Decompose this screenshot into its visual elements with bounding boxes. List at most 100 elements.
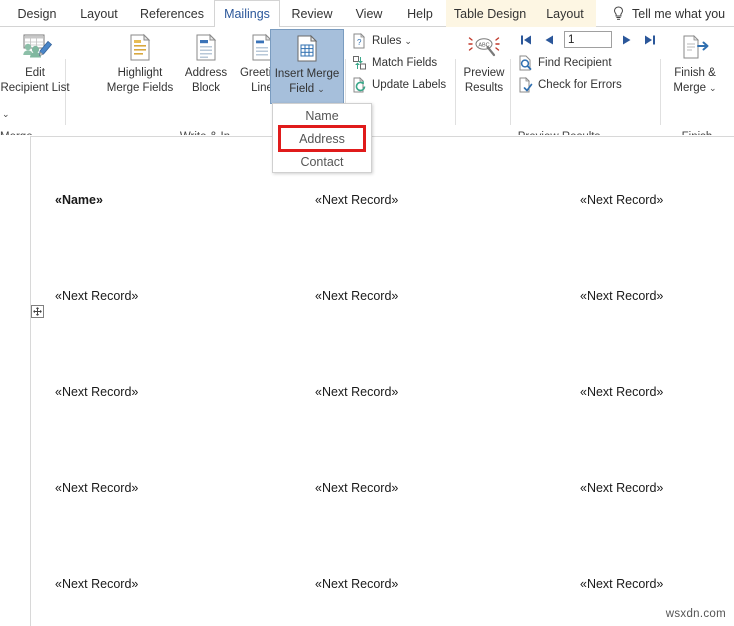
match-fields-icon xyxy=(350,55,368,71)
highlight-merge-fields-icon xyxy=(127,31,153,65)
tab-label: Review xyxy=(291,6,333,21)
tab-review[interactable]: Review xyxy=(280,0,344,27)
tab-table-design[interactable]: Table Design xyxy=(446,0,534,27)
find-recipient-button[interactable]: Find Recipient xyxy=(516,54,612,72)
preview-results-button[interactable]: ABC Preview Results xyxy=(459,31,509,95)
merge-field[interactable]: «Next Record» xyxy=(315,481,398,495)
first-record-icon[interactable] xyxy=(518,32,534,48)
tab-label: Layout xyxy=(80,6,118,21)
tab-layout[interactable]: Layout xyxy=(68,0,130,27)
update-labels-icon xyxy=(350,77,368,93)
tab-label: Table Design xyxy=(453,6,527,21)
check-for-errors-icon xyxy=(516,77,534,93)
record-navigator xyxy=(518,31,658,48)
tab-mailings[interactable]: Mailings xyxy=(214,0,280,28)
merge-field[interactable]: «Next Record» xyxy=(55,385,138,399)
tell-me-search[interactable]: Tell me what you xyxy=(612,0,734,27)
address-block-icon xyxy=(193,31,219,65)
insert-merge-field-icon xyxy=(294,32,320,66)
edit-recipient-list-button[interactable]: Edit Recipient List xyxy=(0,31,70,95)
find-recipient-label: Find Recipient xyxy=(538,57,612,69)
merge-field[interactable]: «Next Record» xyxy=(580,577,663,591)
preview-results-icon: ABC xyxy=(465,31,503,65)
match-fields-label: Match Fields xyxy=(372,57,438,69)
preview-results-label-line1: Preview xyxy=(463,67,505,79)
menu-item-label: Address xyxy=(299,131,345,146)
previous-record-icon[interactable] xyxy=(541,32,557,48)
rules-label: Rules xyxy=(372,35,402,47)
finish-and-merge-label-line1: Finish & xyxy=(674,67,716,79)
menu-item-label: Contact xyxy=(300,154,344,169)
record-number-input[interactable] xyxy=(564,31,612,48)
highlight-merge-fields-button[interactable]: Highlight Merge Fields xyxy=(104,31,176,95)
lightbulb-icon xyxy=(612,6,625,21)
merge-field[interactable]: «Next Record» xyxy=(580,193,663,207)
tab-label: Layout xyxy=(546,6,584,21)
merge-field[interactable]: «Next Record» xyxy=(315,385,398,399)
insert-merge-field-button[interactable]: Insert Merge Field ⌄ xyxy=(270,29,344,104)
address-block-button[interactable]: Address Block xyxy=(178,31,234,95)
merge-field[interactable]: «Next Record» xyxy=(315,193,398,207)
finish-and-merge-icon xyxy=(678,31,712,65)
edit-recipient-list-label-line2: Recipient List xyxy=(0,82,70,94)
watermark-text: wsxdn.com xyxy=(665,608,726,620)
tab-design[interactable]: Design xyxy=(6,0,68,27)
table-move-handle-icon[interactable] xyxy=(31,305,44,318)
edit-recipient-list-icon xyxy=(15,31,55,65)
update-labels-label: Update Labels xyxy=(372,79,447,91)
svg-text:?: ? xyxy=(357,38,362,47)
tab-label: Mailings xyxy=(224,7,270,21)
merge-field[interactable]: «Next Record» xyxy=(580,385,663,399)
word-window: Design Layout References Mailings Review… xyxy=(0,0,734,626)
chevron-down-icon[interactable]: ⌄ xyxy=(404,36,412,47)
edit-recipient-list-label-line1: Edit xyxy=(25,67,45,79)
merge-field[interactable]: «Next Record» xyxy=(55,577,138,591)
insert-merge-field-label-line2: Field xyxy=(289,83,315,95)
merge-field[interactable]: «Next Record» xyxy=(580,289,663,303)
tell-me-label: Tell me what you xyxy=(632,6,726,21)
menu-item-address[interactable]: Address xyxy=(278,125,366,152)
group-separator xyxy=(455,59,456,125)
chevron-down-icon[interactable]: ⌄ xyxy=(709,82,717,95)
merge-field[interactable]: «Name» xyxy=(55,193,103,207)
insert-merge-field-dropdown-menu: Name Address Contact xyxy=(272,103,372,173)
document-canvas[interactable]: «Name» «Next Record» «Next Record» «Next Re… xyxy=(0,135,734,626)
chevron-down-icon[interactable]: ⌄ xyxy=(317,83,325,96)
merge-field[interactable]: «Next Record» xyxy=(55,481,138,495)
group-separator xyxy=(660,59,661,125)
rules-button[interactable]: ? Rules ⌄ xyxy=(350,32,412,50)
document-page[interactable] xyxy=(30,136,734,626)
edit-recipient-list-caret-icon[interactable]: ⌄ xyxy=(2,109,10,120)
tab-table-layout[interactable]: Layout xyxy=(534,0,596,27)
tab-references[interactable]: References xyxy=(130,0,214,27)
menu-item-contact[interactable]: Contact xyxy=(273,150,371,173)
tab-help[interactable]: Help xyxy=(394,0,446,27)
tab-label: Help xyxy=(407,6,433,21)
group-separator xyxy=(510,59,511,125)
tab-label: Design xyxy=(17,6,57,21)
check-for-errors-button[interactable]: Check for Errors xyxy=(516,76,622,94)
merge-field[interactable]: «Next Record» xyxy=(55,289,138,303)
next-record-icon[interactable] xyxy=(619,32,635,48)
address-block-label-line1: Address xyxy=(184,67,228,79)
highlight-merge-fields-label-line2: Merge Fields xyxy=(106,82,174,94)
highlight-merge-fields-label-line1: Highlight xyxy=(117,67,163,79)
last-record-icon[interactable] xyxy=(642,32,658,48)
rules-icon: ? xyxy=(350,33,368,49)
tab-label: View xyxy=(355,6,383,21)
menu-item-name[interactable]: Name xyxy=(273,104,371,127)
match-fields-button[interactable]: Match Fields xyxy=(350,54,437,72)
address-block-label-line2: Block xyxy=(191,82,221,94)
tab-label: References xyxy=(140,6,204,21)
update-labels-button[interactable]: Update Labels xyxy=(350,76,446,94)
check-for-errors-label: Check for Errors xyxy=(538,79,622,91)
finish-and-merge-button[interactable]: Finish & Merge ⌄ xyxy=(666,31,724,95)
preview-results-label-line2: Results xyxy=(464,82,504,94)
find-recipient-icon xyxy=(516,55,534,71)
merge-field[interactable]: «Next Record» xyxy=(315,577,398,591)
insert-merge-field-label-line1: Insert Merge xyxy=(274,68,340,80)
tab-view[interactable]: View xyxy=(344,0,394,27)
merge-field[interactable]: «Next Record» xyxy=(580,481,663,495)
menu-item-label: Name xyxy=(305,108,339,123)
merge-field[interactable]: «Next Record» xyxy=(315,289,398,303)
